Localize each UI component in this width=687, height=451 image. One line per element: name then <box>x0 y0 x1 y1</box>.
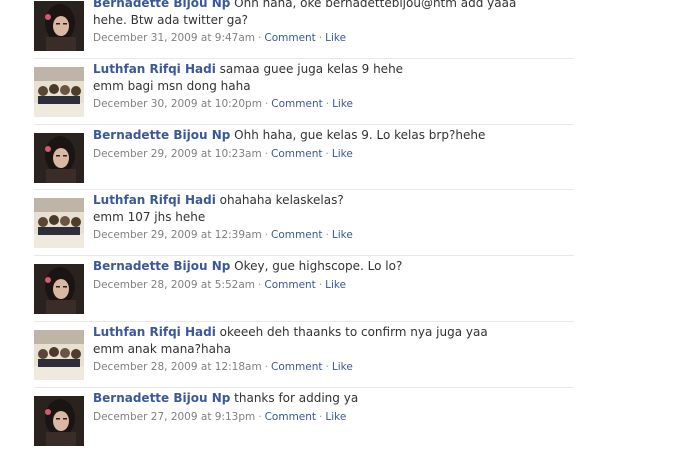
like-link[interactable]: Like <box>332 148 353 160</box>
comment-link[interactable]: Comment <box>264 279 315 291</box>
separator-dot: · <box>264 148 269 160</box>
separator-dot: · <box>325 148 329 160</box>
author-link[interactable]: Bernadette Bijou Np <box>93 259 230 273</box>
message-text: emm 107 jhs hehe <box>93 210 206 224</box>
wall-post: Bernadette Bijou Np Ohh haha, oke bernad… <box>34 0 574 59</box>
author-link[interactable]: Bernadette Bijou Np <box>93 128 230 142</box>
message-text: emm bagi msn dong haha <box>93 79 251 93</box>
wall-post: Luthfan Rifqi Hadi ohahaha kelaskelas? em… <box>34 190 574 256</box>
wall-post: Bernadette Bijou Np Ohh haha, gue kelas … <box>34 125 574 190</box>
avatar[interactable] <box>34 198 84 248</box>
author-link[interactable]: Luthfan Rifqi Hadi <box>93 193 216 207</box>
post-content: Luthfan Rifqi Hadi okeeeh deh thaanks to… <box>93 324 574 375</box>
separator-dot: · <box>325 229 329 241</box>
timestamp[interactable]: December 28, 2009 at 5:52am <box>93 279 255 291</box>
message-text: emm anak mana?haha <box>93 342 231 356</box>
post-content: Bernadette Bijou Np Okey, gue highscope.… <box>93 258 574 293</box>
separator-dot: · <box>318 279 323 291</box>
separator-dot: · <box>325 361 329 373</box>
message-text: hehe. Btw ada twitter ga? <box>93 13 249 27</box>
separator-dot: · <box>258 32 262 44</box>
comment-link[interactable]: Comment <box>271 148 322 160</box>
avatar[interactable] <box>34 67 84 117</box>
wall-post: Bernadette Bijou Np Okey, gue highscope.… <box>34 256 574 322</box>
separator-dot: · <box>258 279 262 291</box>
like-link[interactable]: Like <box>325 32 346 44</box>
timestamp[interactable]: December 28, 2009 at 12:18am <box>93 361 262 373</box>
like-link[interactable]: Like <box>332 98 353 110</box>
message-text: thanks for adding ya <box>230 391 359 405</box>
avatar[interactable] <box>34 133 84 183</box>
message-text: Ohh haha, gue kelas 9. Lo kelas brp?hehe <box>230 128 486 142</box>
author-link[interactable]: Bernadette Bijou Np <box>93 391 230 405</box>
post-meta: December 30, 2009 at 10:20pm · Comment · Lik… <box>93 96 574 112</box>
post-content: Bernadette Bijou Np thanks for adding ya… <box>93 390 574 425</box>
like-link[interactable]: Like <box>325 411 346 423</box>
separator-dot: · <box>264 229 269 241</box>
like-link[interactable]: Like <box>325 279 346 291</box>
separator-dot: · <box>318 32 323 44</box>
author-link[interactable]: Luthfan Rifqi Hadi <box>93 62 216 76</box>
post-meta: December 29, 2009 at 12:39am · Comment · Lik… <box>93 227 574 243</box>
comment-link[interactable]: Comment <box>271 361 322 373</box>
separator-dot: · <box>264 98 269 110</box>
wall-post: Bernadette Bijou Np thanks for adding ya… <box>34 388 574 451</box>
timestamp[interactable]: December 31, 2009 at 9:47am <box>93 32 255 44</box>
avatar[interactable] <box>34 1 84 51</box>
timestamp[interactable]: December 29, 2009 at 10:23am <box>93 148 262 160</box>
timestamp[interactable]: December 29, 2009 at 12:39am <box>93 229 262 241</box>
avatar[interactable] <box>34 396 84 446</box>
timestamp[interactable]: December 30, 2009 at 10:20pm <box>93 98 262 110</box>
avatar[interactable] <box>34 264 84 314</box>
comment-link[interactable]: Comment <box>264 32 315 44</box>
comment-link[interactable]: Comment <box>271 229 322 241</box>
timestamp[interactable]: December 27, 2009 at 9:13pm <box>93 411 255 423</box>
comment-link[interactable]: Comment <box>265 411 316 423</box>
post-meta: December 28, 2009 at 5:52am · Comment · Like <box>93 277 574 293</box>
like-link[interactable]: Like <box>332 361 353 373</box>
separator-dot: · <box>319 411 323 423</box>
wall-post: Luthfan Rifqi Hadi samaa guee juga kelas… <box>34 59 574 125</box>
post-meta: December 29, 2009 at 10:23am · Comment · Lik… <box>93 146 574 162</box>
message-text: samaa guee juga kelas 9 hehe <box>215 62 404 76</box>
avatar[interactable] <box>34 330 84 380</box>
author-link[interactable]: Luthfan Rifqi Hadi <box>93 325 216 339</box>
author-link[interactable]: Bernadette Bijou Np <box>93 0 230 10</box>
post-content: Bernadette Bijou Np Ohh haha, gue kelas … <box>93 127 574 162</box>
message-text: Okey, gue highscope. Lo lo? <box>230 259 403 273</box>
post-meta: December 27, 2009 at 9:13pm · Comment · Like <box>93 409 574 425</box>
separator-dot: · <box>264 361 269 373</box>
post-content: Bernadette Bijou Np Ohh haha, oke bernad… <box>93 0 574 46</box>
message-text: Ohh haha, oke bernadettebijou@htm add ya… <box>230 0 517 10</box>
separator-dot: · <box>325 98 330 110</box>
post-content: Luthfan Rifqi Hadi ohahaha kelaskelas? em… <box>93 192 574 243</box>
message-text: ohahaha kelaskelas? <box>215 193 344 207</box>
like-link[interactable]: Like <box>332 229 353 241</box>
post-meta: December 31, 2009 at 9:47am · Comment · Like <box>93 30 574 46</box>
post-meta: December 28, 2009 at 12:18am · Comment · Lik… <box>93 359 574 375</box>
message-text: okeeeh deh thaanks to confirm nya juga y… <box>215 325 488 339</box>
wall-post: Luthfan Rifqi Hadi okeeeh deh thaanks to… <box>34 322 574 388</box>
comment-link[interactable]: Comment <box>271 98 322 110</box>
post-content: Luthfan Rifqi Hadi samaa guee juga kelas… <box>93 61 574 112</box>
separator-dot: · <box>258 411 262 423</box>
